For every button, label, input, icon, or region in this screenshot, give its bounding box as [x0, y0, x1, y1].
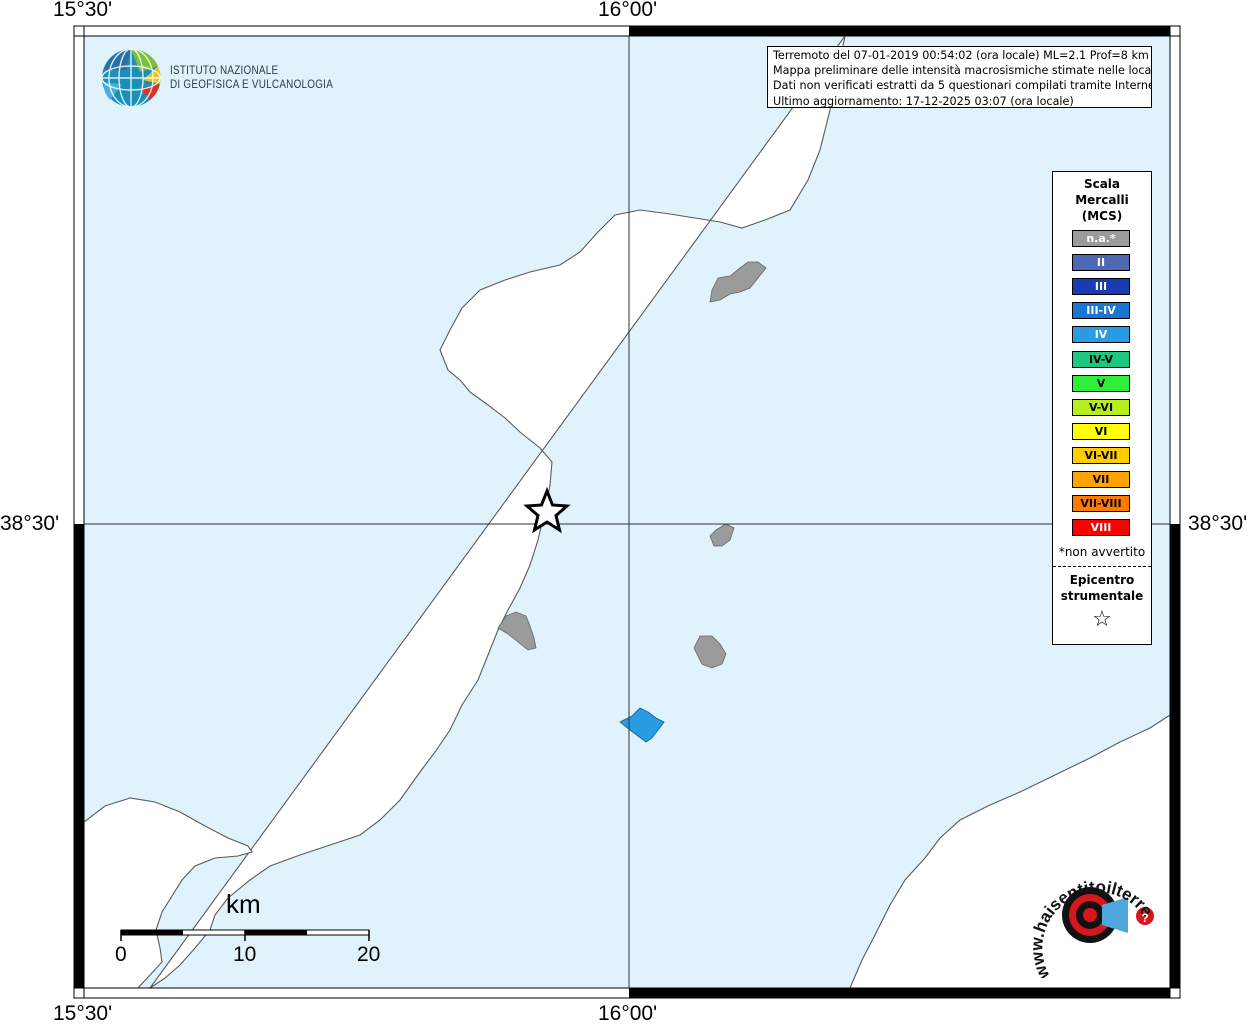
legend-swatch-9: VI-VII	[1072, 446, 1130, 464]
legend-title-line1: Scala	[1083, 177, 1121, 191]
legend-swatch-3: III-IV	[1072, 302, 1130, 320]
coord-label-right-mid: 38°30'	[1188, 512, 1248, 535]
legend-title: Scala Mercalli (MCS)	[1053, 176, 1151, 224]
scale-tick-0: 0	[115, 943, 127, 966]
legend-swatch-11: VII-VIII	[1072, 495, 1130, 513]
legend-epi-line2: strumentale	[1060, 589, 1144, 603]
legend-swatch-7: V-VI	[1072, 398, 1130, 416]
info-line-2: Mappa preliminare delle intensità macros…	[773, 64, 1152, 78]
info-box: Terremoto del 07-01-2019 00:54:02 (ora l…	[767, 46, 1152, 108]
legend-divider	[1053, 566, 1151, 567]
legend-title-line3: (MCS)	[1081, 209, 1123, 223]
coord-label-bottom-mid: 16°00'	[598, 1002, 658, 1025]
legend-swatch-10: VII	[1072, 471, 1130, 488]
legend-star-icon: ☆	[1092, 607, 1112, 632]
info-line-1: Terremoto del 07-01-2019 00:54:02 (ora l…	[773, 49, 1149, 62]
info-line-3: Dati non verificati estratti da 5 questi…	[773, 79, 1152, 93]
legend-epicenter-label: Epicentro strumentale	[1053, 572, 1151, 604]
hst-question-mark: ?	[1141, 911, 1148, 925]
scale-tick-20: 20	[357, 943, 381, 966]
ingv-logo-line2: DI GEOFISICA E VULCANOLOGIA	[170, 79, 334, 91]
ingv-logo-text: ISTITUTO NAZIONALE DI GEOFISICA E VULCAN…	[170, 64, 333, 92]
coord-label-top-mid: 16°00'	[598, 0, 658, 21]
legend-swatch-12: VIII	[1072, 519, 1130, 537]
coord-label-bottom-left: 15°30'	[53, 1002, 113, 1025]
scale-tick-10: 10	[233, 943, 257, 966]
svg-text:www.haisentitoilterremoto.it: www.haisentitoilterremoto.it	[1020, 868, 1157, 978]
hst-logo-url: www.haisentitoilterremoto.it	[1020, 868, 1157, 978]
coord-label-left-mid: 38°30'	[0, 512, 60, 535]
legend-swatch-0: n.a.*	[1072, 230, 1130, 247]
scale-unit: km	[226, 889, 261, 919]
legend-swatch-2: III	[1072, 278, 1130, 296]
coord-label-top-left: 15°30'	[53, 0, 113, 21]
mcs-legend: Scala Mercalli (MCS) n.a.* II III III-IV IV I…	[1052, 171, 1152, 645]
legend-note: *non avvertito	[1058, 545, 1146, 559]
legend-swatch-5: IV-V	[1072, 350, 1130, 368]
ingv-logo-line1: ISTITUTO NAZIONALE	[170, 65, 279, 77]
legend-epi-line1: Epicentro	[1069, 573, 1135, 587]
ingv-globe-icon	[101, 48, 161, 108]
legend-swatch-6: V	[1072, 374, 1130, 392]
hst-logo-text[interactable]: www.haisentitoilterremoto.it ?	[1020, 868, 1160, 978]
legend-title-line2: Mercalli	[1075, 193, 1129, 207]
legend-swatch-8: VI	[1072, 422, 1130, 440]
legend-swatch-4: IV	[1072, 326, 1130, 344]
info-line-4: Ultimo aggiornamento: 17-12-2025 03:07 (…	[773, 94, 1074, 108]
legend-swatch-1: II	[1072, 254, 1130, 272]
